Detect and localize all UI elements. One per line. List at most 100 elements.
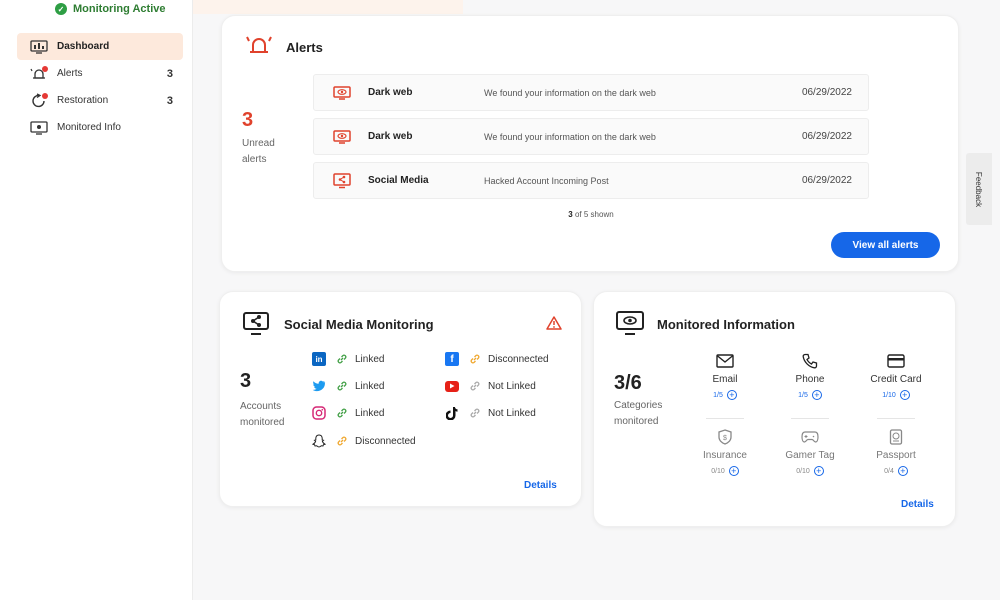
add-icon[interactable]: + xyxy=(813,466,824,476)
add-icon[interactable]: + xyxy=(899,390,910,400)
sidebar-item-label: Monitored Info xyxy=(57,122,121,133)
link-icon xyxy=(469,380,481,392)
sidebar-item-label: Dashboard xyxy=(57,41,110,52)
instagram-icon xyxy=(312,406,326,420)
add-icon[interactable]: + xyxy=(897,466,908,476)
bell-icon xyxy=(29,65,49,82)
restore-icon xyxy=(29,92,49,109)
info-cell-passport[interactable]: Passport 0/4 + xyxy=(856,428,936,476)
info-cell-insurance[interactable]: $ Insurance 0/10 + xyxy=(685,428,765,476)
alert-description: We found your information on the dark we… xyxy=(484,87,656,98)
info-label: Phone xyxy=(795,374,825,385)
alert-row[interactable]: Dark web We found your information on th… xyxy=(313,118,869,155)
info-label: Insurance xyxy=(703,450,747,461)
info-cell-email[interactable]: Email 1/5 + xyxy=(685,352,765,400)
social-details-link[interactable]: Details xyxy=(524,480,557,491)
monitoring-status-label: Monitoring Active xyxy=(73,3,166,15)
info-count: 1/5 xyxy=(713,391,723,399)
categories-monitored-count: 3/6 xyxy=(614,372,642,394)
info-count: 1/5 xyxy=(798,391,808,399)
add-icon[interactable]: + xyxy=(728,466,739,476)
alert-type: Dark web xyxy=(368,131,413,142)
sidebar-item-restoration[interactable]: Restoration 3 xyxy=(17,87,183,114)
monitored-info-card: Monitored Information 3/6 Categories mon… xyxy=(593,291,956,527)
shield-dollar-icon: $ xyxy=(685,428,765,446)
youtube-icon xyxy=(445,380,459,392)
divider xyxy=(791,418,829,419)
social-item-linkedin[interactable]: in Linked xyxy=(312,352,384,366)
social-status: Linked xyxy=(355,380,385,392)
social-item-instagram[interactable]: Linked xyxy=(312,406,384,420)
unread-alerts-label: Unread alerts xyxy=(242,138,275,165)
social-item-snapchat[interactable]: Disconnected xyxy=(312,434,416,448)
info-cell-gamer-tag[interactable]: Gamer Tag 0/10 + xyxy=(770,428,850,476)
phone-icon xyxy=(770,352,850,370)
sidebar-item-monitored-info[interactable]: Monitored Info xyxy=(17,114,183,141)
alert-row[interactable]: Social Media Hacked Account Incoming Pos… xyxy=(313,162,869,199)
envelope-icon xyxy=(685,352,765,370)
social-item-youtube[interactable]: Not Linked xyxy=(445,379,536,393)
info-cell-phone[interactable]: Phone 1/5 + xyxy=(770,352,850,400)
twitter-icon xyxy=(312,379,326,393)
link-icon xyxy=(469,407,481,419)
tiktok-icon xyxy=(445,406,459,420)
snapchat-icon xyxy=(312,434,326,448)
social-item-tiktok[interactable]: Not Linked xyxy=(445,406,536,420)
divider xyxy=(706,418,744,419)
check-icon: ✓ xyxy=(55,3,67,15)
alert-description: Hacked Account Incoming Post xyxy=(484,175,609,186)
social-monitoring-card: Social Media Monitoring 3 Accounts monit… xyxy=(219,291,582,507)
accounts-monitored-count: 3 xyxy=(240,370,252,392)
notification-dot xyxy=(42,92,48,99)
add-icon[interactable]: + xyxy=(726,390,737,400)
social-status: Disconnected xyxy=(488,353,549,365)
header-band xyxy=(193,0,463,14)
credit-card-icon xyxy=(856,352,936,370)
sidebar-nav: Dashboard Alerts 3 Restoration 3 Monitor… xyxy=(17,33,183,141)
sidebar-item-dashboard[interactable]: Dashboard xyxy=(17,33,183,60)
social-share-icon xyxy=(243,312,269,341)
social-status: Not Linked xyxy=(488,380,536,392)
alerts-shown-count: 3 of 5 shown xyxy=(222,210,960,219)
monitoring-status: ✓ Monitoring Active xyxy=(55,3,165,15)
link-icon xyxy=(336,353,348,365)
passport-icon xyxy=(856,428,936,446)
info-count: 0/10 xyxy=(796,467,810,475)
sidebar-item-count: 3 xyxy=(166,94,173,107)
warning-icon[interactable] xyxy=(546,316,562,335)
gamepad-icon xyxy=(770,428,850,446)
sidebar-item-count: 3 xyxy=(166,67,173,80)
social-item-twitter[interactable]: Linked xyxy=(312,379,384,393)
monitored-info-details-link[interactable]: Details xyxy=(901,499,934,510)
info-cell-credit-card[interactable]: Credit Card 1/10 + xyxy=(856,352,936,400)
feedback-tab[interactable]: Feedback xyxy=(966,153,992,225)
info-label: Gamer Tag xyxy=(785,450,835,461)
monitor-eye-icon xyxy=(616,311,644,342)
alert-date: 06/29/2022 xyxy=(801,175,852,186)
link-icon xyxy=(336,435,348,447)
feedback-label: Feedback xyxy=(974,171,984,207)
social-status: Linked xyxy=(355,407,385,419)
alert-date: 06/29/2022 xyxy=(801,131,852,142)
alert-row[interactable]: Dark web We found your information on th… xyxy=(313,74,869,111)
alerts-title: Alerts xyxy=(286,40,323,55)
social-status: Disconnected xyxy=(355,435,416,447)
link-icon xyxy=(336,380,348,392)
add-icon[interactable]: + xyxy=(811,390,822,400)
alerts-card: Alerts 3 Unread alerts Dark web We found… xyxy=(221,15,959,272)
social-item-facebook[interactable]: f Disconnected xyxy=(445,352,549,366)
notification-dot xyxy=(42,65,48,72)
info-label: Passport xyxy=(876,450,916,461)
accounts-monitored-label: Accounts monitored xyxy=(240,401,285,428)
alert-type: Social Media xyxy=(368,175,429,186)
svg-text:$: $ xyxy=(723,435,727,442)
sidebar-item-alerts[interactable]: Alerts 3 xyxy=(17,60,183,87)
alert-date: 06/29/2022 xyxy=(801,87,852,98)
facebook-icon: f xyxy=(445,352,459,366)
shown-text: of 5 shown xyxy=(574,210,614,219)
view-all-alerts-button[interactable]: View all alerts xyxy=(831,232,940,258)
monitor-eye-icon xyxy=(29,120,49,136)
info-label: Credit Card xyxy=(870,374,922,385)
dark-web-icon xyxy=(333,129,351,144)
alarm-bell-icon xyxy=(246,34,272,61)
